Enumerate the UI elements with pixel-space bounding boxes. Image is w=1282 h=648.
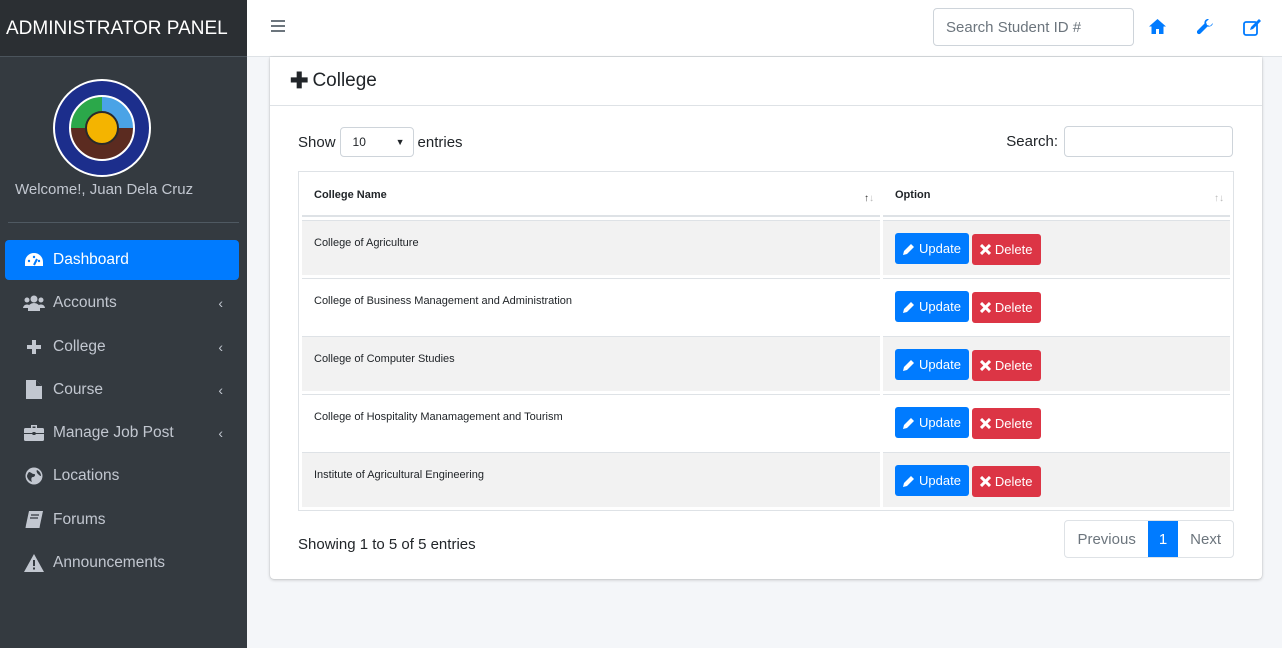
college-name-cell: College of Business Management and Admin… [302,278,880,333]
plus-icon [23,339,45,354]
chevron-left-icon: ‹ [218,295,223,312]
page-length-value: 10 [352,135,366,149]
sidebar-item-label: Announcements [53,554,166,572]
update-button[interactable]: Update [895,291,969,322]
entries-label: entries [417,133,463,151]
chevron-left-icon: ‹ [218,381,223,398]
globe-icon [23,467,45,485]
sidebar-item-college[interactable]: College ‹ [5,327,239,367]
sidebar-item-label: Course [53,380,103,398]
table-search-input[interactable] [1064,126,1233,157]
delete-button[interactable]: Delete [971,465,1041,497]
delete-button[interactable]: Delete [971,233,1041,265]
college-name-cell: College of Hospitality Manamagement and … [302,394,880,449]
university-logo [53,79,151,177]
college-card: ✚ College Show 10 ▼ entries Search: Coll… [270,57,1262,579]
times-icon [979,243,991,255]
table-row: College of Agriculture Update Delete [302,220,1230,275]
sort-asc-icon: ↑↓ [864,193,874,204]
times-icon [979,359,991,371]
sidebar-item-locations[interactable]: Locations [5,456,239,496]
sidebar-item-label: Dashboard [53,251,129,268]
sidebar-nav: Dashboard Accounts ‹ College ‹ Course ‹ … [5,240,239,586]
sidebar-item-label: Accounts [53,294,117,312]
sidebar-item-announcements[interactable]: Announcements [5,543,239,583]
sidebar-item-accounts[interactable]: Accounts ‹ [5,283,239,323]
table-info: Showing 1 to 5 of 5 entries [298,536,476,553]
update-button[interactable]: Update [895,233,969,264]
file-icon [23,380,45,400]
delete-button[interactable]: Delete [971,349,1041,381]
times-icon [979,301,991,313]
column-header-option[interactable]: Option ↑↓ [883,175,1230,217]
edit-icon[interactable] [1243,19,1261,37]
option-cell: Update Delete [883,336,1230,391]
sidebar-item-label: Manage Job Post [53,424,174,442]
sort-icon: ↑↓ [1214,193,1224,204]
delete-button[interactable]: Delete [971,407,1041,439]
option-cell: Update Delete [883,452,1230,507]
briefcase-icon [23,425,45,442]
pencil-icon [903,417,914,429]
card-header: ✚ College [270,57,1262,106]
pagination: Previous 1 Next [1064,520,1234,558]
welcome-text: Welcome!, Juan Dela Cruz [15,181,194,198]
table-row: College of Computer Studies Update Delete [302,336,1230,391]
college-table: College Name ↑↓ Option ↑↓ College of Agric… [298,171,1234,511]
card-title: College [312,70,377,91]
chevron-left-icon: ‹ [218,425,223,442]
college-name-cell: College of Computer Studies [302,336,880,391]
pencil-icon [903,359,914,371]
user-panel: Welcome!, Juan Dela Cruz [8,57,239,223]
wrench-icon[interactable] [1196,18,1215,37]
chevron-left-icon: ‹ [218,338,223,355]
plus-icon: ✚ [290,68,309,93]
update-button[interactable]: Update [895,407,969,438]
times-icon [979,475,991,487]
pagination-next[interactable]: Next [1178,521,1233,557]
users-icon [23,295,45,312]
delete-button[interactable]: Delete [971,291,1041,323]
sidebar-item-forums[interactable]: Forums [5,500,239,540]
sidebar-item-manage-job-post[interactable]: Manage Job Post ‹ [5,413,239,453]
warning-icon [23,554,45,573]
pencil-icon [903,301,914,313]
option-cell: Update Delete [883,278,1230,333]
sidebar-item-label: Forums [53,510,106,528]
column-header-college-name[interactable]: College Name ↑↓ [302,175,880,217]
show-label: Show [298,133,336,151]
pencil-icon [903,243,914,255]
pagination-previous[interactable]: Previous [1065,521,1147,557]
page-length-select[interactable]: 10 ▼ [339,127,414,157]
pencil-icon [903,475,914,487]
table-row: College of Business Management and Admin… [302,278,1230,333]
brand-title[interactable]: ADMINISTRATOR PANEL [0,0,247,57]
home-icon[interactable] [1149,19,1167,37]
sidebar-item-label: College [53,337,106,355]
college-name-cell: College of Agriculture [302,220,880,275]
table-row: College of Hospitality Manamagement and … [302,394,1230,449]
pagination-page-1[interactable]: 1 [1147,521,1179,557]
update-button[interactable]: Update [895,349,969,380]
update-button[interactable]: Update [895,465,969,496]
table-row: Institute of Agricultural Engineering Upd… [302,452,1230,507]
sidebar: ADMINISTRATOR PANEL Welcome!, Juan Dela … [0,0,247,648]
top-navbar [247,0,1282,57]
book-icon [23,511,45,529]
table-search: Search: [1006,126,1233,157]
option-cell: Update Delete [883,220,1230,275]
page-length-control: Show 10 ▼ entries [298,127,463,157]
tachometer-icon [23,252,45,268]
student-id-search-input[interactable] [933,8,1134,46]
caret-down-icon: ▼ [395,137,405,147]
option-cell: Update Delete [883,394,1230,449]
college-name-cell: Institute of Agricultural Engineering [302,452,880,507]
sidebar-item-course[interactable]: Course ‹ [5,370,239,410]
search-label: Search: [1006,133,1058,150]
sidebar-item-label: Locations [53,467,120,485]
sidebar-item-dashboard[interactable]: Dashboard [5,240,239,280]
menu-toggle-icon[interactable] [271,20,285,35]
times-icon [979,417,991,429]
